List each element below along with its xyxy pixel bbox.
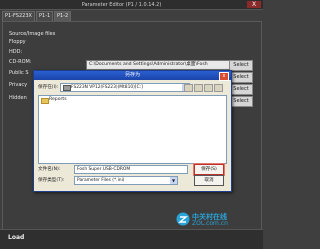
save-button[interactable]: 保存(S): [194, 164, 224, 175]
cdrom-path-field[interactable]: C:\Documents and Settings\Administrator\…: [86, 60, 231, 70]
filetype-label: 保存类型(T):: [38, 178, 65, 183]
filetype-combo[interactable]: Parameter Files (*.ini) ▼: [74, 176, 178, 185]
close-button[interactable]: X: [247, 1, 261, 8]
drive-icon: [63, 85, 71, 91]
hdd-label: HDD:: [9, 49, 23, 55]
dialog-close-button[interactable]: x: [219, 72, 229, 81]
file-list[interactable]: Reports: [38, 95, 227, 164]
new-folder-icon[interactable]: [204, 84, 213, 92]
filetype-value: Parameter Files (*.ini): [77, 178, 125, 183]
cdrom-label: CD-ROM:: [9, 59, 32, 65]
select-button-public[interactable]: Select: [229, 72, 253, 83]
select-button-cdrom[interactable]: Select: [229, 60, 253, 71]
select-button-privacy[interactable]: Select: [229, 84, 253, 95]
select-button-hidden[interactable]: Select: [229, 96, 253, 107]
folder-item-reports[interactable]: Reports: [49, 97, 67, 102]
status-bar: Load: [0, 229, 263, 249]
filename-input[interactable]: Fosh Super USB-CDROM: [74, 165, 188, 174]
save-in-combo[interactable]: FS223N VP12(FS223)(Mt810)[C:] ▼: [60, 83, 190, 92]
source-files-label: Source/Image files: [9, 31, 56, 37]
back-icon[interactable]: [184, 84, 193, 92]
watermark-site: ZOL.com.cn: [192, 220, 228, 227]
privacy-label: Privacy: [9, 82, 28, 88]
save-as-dialog: 另存为 x 保存在(I): FS223N VP12(FS223)(Mt810)[…: [33, 70, 232, 192]
folder-icon: [41, 98, 49, 104]
filename-label: 文件名(N):: [38, 167, 61, 172]
chevron-down-icon[interactable]: ▼: [170, 177, 177, 184]
hidden-label: Hidden: [9, 95, 27, 101]
up-folder-icon[interactable]: [194, 84, 203, 92]
window-title: Parameter Editor (P1 / 1.0.14.2): [81, 2, 162, 8]
load-button[interactable]: Load: [8, 234, 24, 241]
dialog-title: 另存为: [34, 71, 231, 80]
watermark: 中关村在线 ZOL.com.cn: [176, 212, 258, 228]
floppy-label: Floppy: [9, 39, 26, 45]
public-label: Public S: [9, 70, 29, 76]
view-menu-icon[interactable]: [214, 84, 223, 92]
cancel-button[interactable]: 取消: [194, 175, 224, 186]
zol-logo-icon: [176, 212, 190, 226]
save-in-label: 保存在(I):: [38, 85, 59, 90]
title-bar: Parameter Editor (P1 / 1.0.14.2) X: [0, 0, 263, 10]
save-in-value: FS223N VP12(FS223)(Mt810)[C:]: [71, 85, 143, 90]
